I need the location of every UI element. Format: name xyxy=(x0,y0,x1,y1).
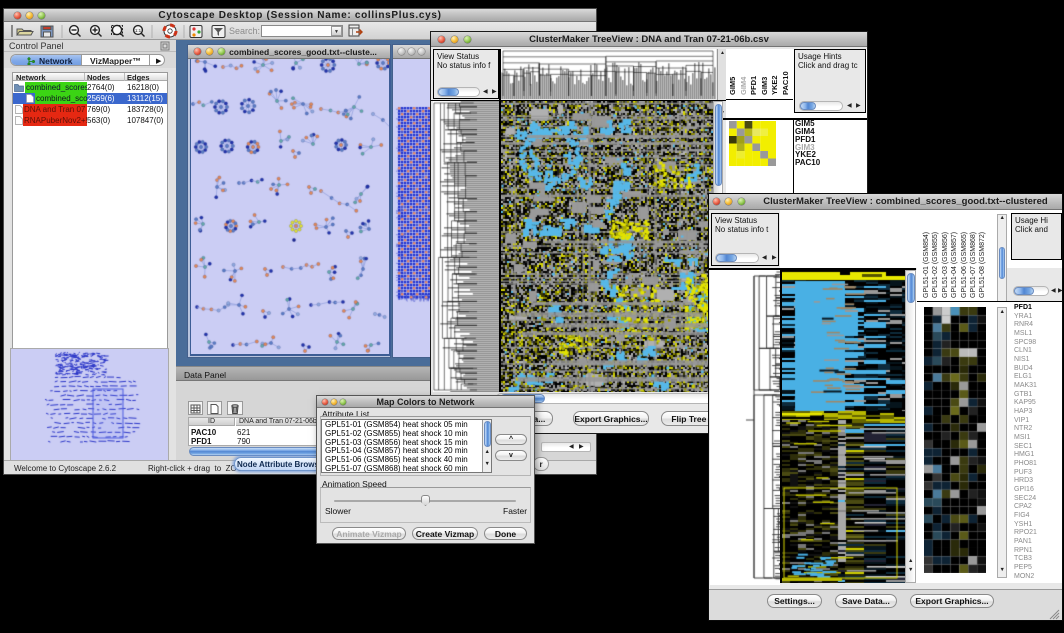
svg-text:1:1: 1:1 xyxy=(135,28,142,33)
